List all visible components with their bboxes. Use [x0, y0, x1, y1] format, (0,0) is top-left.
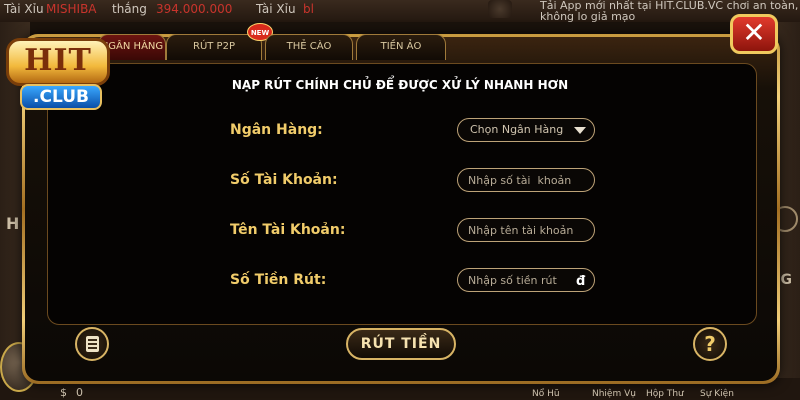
- tab-p2p[interactable]: RÚT P2P NEW: [166, 23, 273, 60]
- account-name-input[interactable]: [457, 218, 595, 242]
- bottom-nav-label[interactable]: Hộp Thư: [646, 389, 684, 399]
- help-icon: ?: [704, 332, 716, 356]
- currency-symbol: đ: [576, 274, 586, 289]
- money-value: 0: [76, 386, 83, 399]
- bottom-nav-label[interactable]: Nổ Hũ: [532, 389, 560, 399]
- history-button[interactable]: [75, 327, 109, 361]
- form-panel: [47, 63, 757, 325]
- ticker-text: thắng: [112, 2, 147, 16]
- account-number-input[interactable]: [457, 168, 595, 192]
- money-icon: $: [60, 386, 67, 399]
- tab-label: THẺ CÀO: [286, 41, 332, 52]
- close-icon: ✕: [742, 16, 766, 49]
- amount-label: Số Tiền Rút:: [230, 272, 327, 288]
- hitclub-logo: HIT .CLUB: [6, 30, 110, 114]
- account-number-label: Số Tài Khoản:: [230, 172, 338, 188]
- tab-crypto[interactable]: TIỀN ẢO: [356, 34, 446, 60]
- bottom-nav-label[interactable]: Sự Kiện: [700, 389, 734, 399]
- form-title: NẠP RÚT CHÍNH CHỦ ĐỂ ĐƯỢC XỬ LÝ NHANH HƠ…: [231, 78, 569, 92]
- tab-label: RÚT P2P: [193, 41, 235, 52]
- history-icon: [86, 336, 99, 352]
- background-side-label: H: [6, 214, 20, 233]
- bottom-nav-label[interactable]: Nhiệm Vụ: [592, 389, 636, 399]
- ticker-text: Tài Xỉu: [256, 2, 296, 16]
- ticker-amount: 394.000.000: [156, 2, 233, 16]
- chevron-down-icon: [574, 127, 586, 134]
- bank-select[interactable]: Chọn Ngân Hàng: [457, 118, 595, 142]
- account-name-label: Tên Tài Khoản:: [230, 222, 346, 238]
- bank-label: Ngân Hàng:: [230, 122, 323, 138]
- background-ticker: Tài Xỉu MISHIBA thắng 394.000.000 Tài Xỉ…: [0, 0, 800, 22]
- ticker-player: bl: [303, 2, 314, 16]
- tab-label: TIỀN ẢO: [380, 41, 422, 52]
- bank-select-value: Chọn Ngân Hàng: [470, 123, 564, 136]
- background-side-label: G: [780, 272, 793, 288]
- ticker-player: MISHIBA: [46, 2, 97, 16]
- tab-card[interactable]: THẺ CÀO: [265, 34, 353, 60]
- close-button[interactable]: ✕: [730, 14, 778, 54]
- withdraw-button[interactable]: RÚT TIỀN: [346, 328, 456, 360]
- sound-icon[interactable]: [488, 0, 512, 18]
- help-button[interactable]: ?: [693, 327, 727, 361]
- amount-input[interactable]: [457, 268, 595, 292]
- tab-label: NGÂN HÀNG: [100, 41, 164, 52]
- ticker-text: Tài Xỉu: [4, 2, 44, 16]
